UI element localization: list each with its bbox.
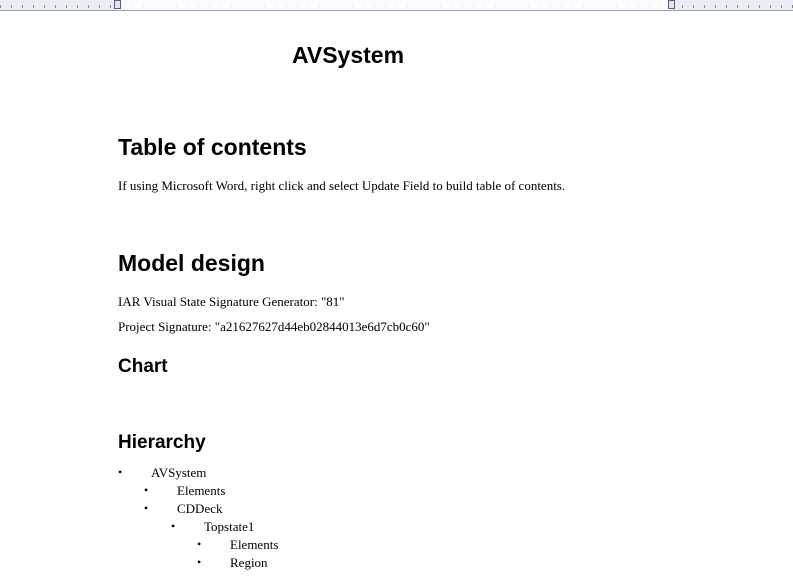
list-item-label: AVSystem bbox=[151, 465, 207, 480]
bullet-icon: • bbox=[171, 519, 176, 533]
list-item-label: Region bbox=[230, 555, 268, 570]
right-indent-marker[interactable] bbox=[668, 0, 675, 9]
bullet-icon: • bbox=[197, 555, 202, 569]
project-signature-line: Project Signature: "a21627627d44eb028440… bbox=[118, 319, 430, 334]
list-item-label: Topstate1 bbox=[204, 519, 255, 534]
bullet-icon: • bbox=[144, 501, 149, 515]
signature-generator-line: IAR Visual State Signature Generator: "8… bbox=[118, 294, 345, 309]
toc-note: If using Microsoft Word, right click and… bbox=[118, 178, 566, 193]
ruler-text-area bbox=[118, 0, 673, 10]
hierarchy-heading: Hierarchy bbox=[118, 432, 206, 453]
list-item-label: Elements bbox=[230, 537, 279, 552]
list-item-label: CDDeck bbox=[177, 501, 223, 516]
toc-heading: Table of contents bbox=[118, 134, 307, 160]
list-item-label: Elements bbox=[177, 483, 226, 498]
bullet-icon: • bbox=[197, 537, 202, 551]
bullet-icon: • bbox=[144, 483, 149, 497]
horizontal-ruler[interactable] bbox=[0, 0, 793, 11]
left-indent-marker[interactable] bbox=[114, 0, 121, 9]
chart-heading: Chart bbox=[118, 356, 168, 377]
model-design-heading: Model design bbox=[118, 250, 265, 276]
bullet-icon: • bbox=[118, 465, 123, 479]
document-title: AVSystem bbox=[291, 42, 405, 68]
